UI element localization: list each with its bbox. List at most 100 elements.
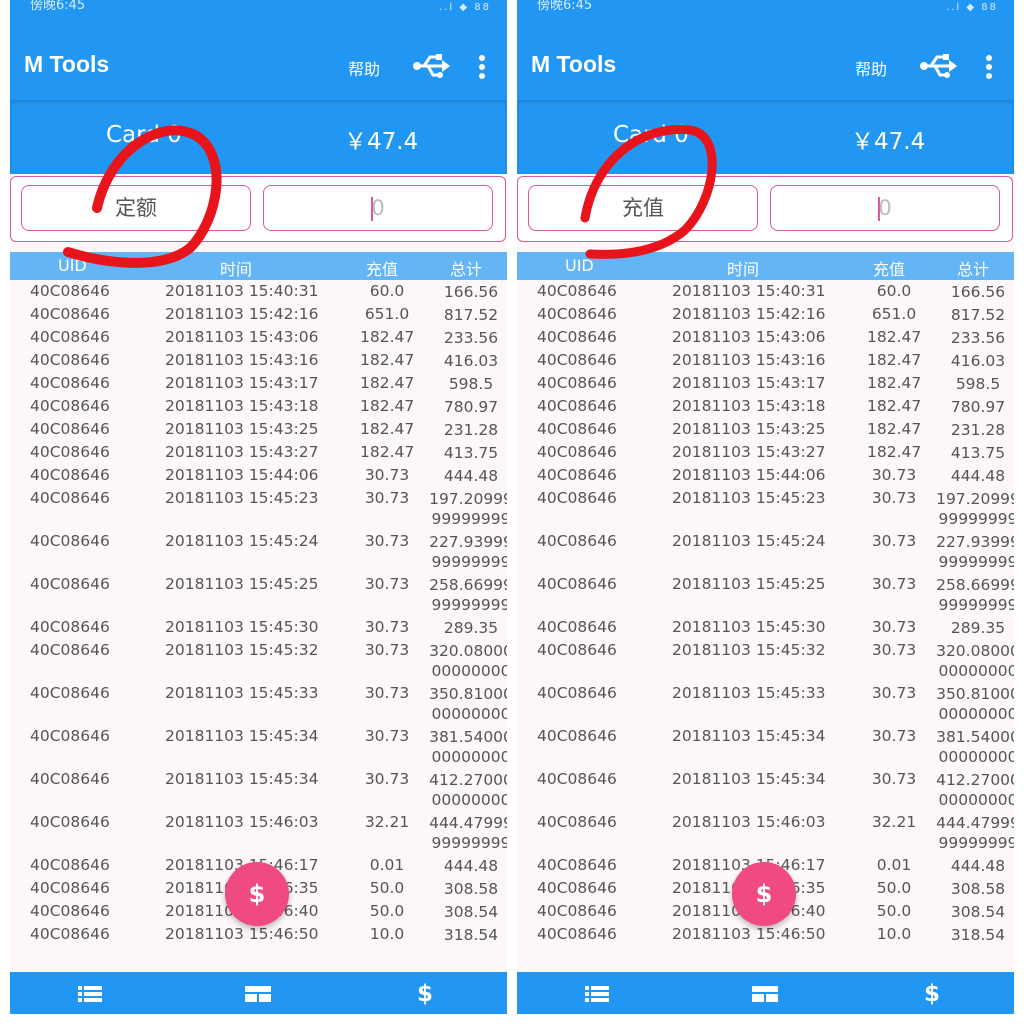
card-summary: Card 0 ￥47.4 <box>10 100 507 174</box>
table-row[interactable]: 40C08646 20181103 15:45:34 30.73 412.270000… <box>10 770 507 813</box>
cell-total: 318.54 <box>443 926 499 944</box>
cell-total: 308.54 <box>443 903 499 921</box>
record-list[interactable]: 40C08646 20181103 15:40:31 60.0 166.56 40C08… <box>10 282 507 948</box>
card-label: Card 0 <box>106 122 182 148</box>
table-row[interactable]: 40C08646 20181103 15:44:06 30.73 444.48 <box>10 466 507 489</box>
column-header-total: 总计 <box>957 260 990 279</box>
table-row[interactable]: 40C08646 20181103 15:45:34 30.73 412.270000… <box>517 770 1014 813</box>
cell-uid: 40C08646 <box>537 879 617 897</box>
mode-button[interactable]: 定额 <box>21 185 251 231</box>
dashboard-icon[interactable] <box>750 982 780 1006</box>
cell-amount: 30.73 <box>871 489 917 507</box>
table-row[interactable]: 40C08646 20181103 15:46:03 32.21 444.479999… <box>10 813 507 856</box>
cell-total: 197.20999999999998 <box>429 490 507 528</box>
table-row[interactable]: 40C08646 20181103 15:44:06 30.73 444.48 <box>517 466 1014 489</box>
table-row[interactable]: 40C08646 20181103 15:43:16 182.47 416.03 <box>10 351 507 374</box>
cell-amount: 30.73 <box>871 575 917 593</box>
pay-fab-button[interactable]: $ <box>732 862 796 926</box>
cell-total: 444.47999999999996 <box>936 814 1014 852</box>
table-row[interactable]: 40C08646 20181103 15:45:25 30.73 258.669999… <box>517 575 1014 618</box>
cell-amount: 60.0 <box>876 282 912 300</box>
cell-total: 308.54 <box>950 903 1006 921</box>
table-row[interactable]: 40C08646 20181103 15:43:17 182.47 598.5 <box>517 374 1014 397</box>
table-row[interactable]: 40C08646 20181103 15:45:32 30.73 320.080000… <box>517 641 1014 684</box>
pay-fab-button[interactable]: $ <box>225 862 289 926</box>
mode-button[interactable]: 充值 <box>528 185 758 231</box>
cell-uid: 40C08646 <box>30 727 110 745</box>
more-options-icon[interactable] <box>985 54 993 82</box>
table-row[interactable]: 40C08646 20181103 15:40:31 60.0 166.56 <box>517 282 1014 305</box>
cell-total: 350.81000000000006 <box>936 685 1014 723</box>
amount-input[interactable]: 0 <box>263 185 493 231</box>
cell-amount: 182.47 <box>867 397 922 415</box>
card-label: Card 0 <box>613 122 689 148</box>
cell-amount: 30.73 <box>364 489 410 507</box>
table-row[interactable]: 40C08646 20181103 15:45:33 30.73 350.810000… <box>517 684 1014 727</box>
table-row[interactable]: 40C08646 20181103 15:45:25 30.73 258.669999… <box>10 575 507 618</box>
cell-time: 20181103 15:45:23 <box>672 489 826 507</box>
table-row[interactable]: 40C08646 20181103 15:46:03 32.21 444.479999… <box>517 813 1014 856</box>
pay-nav-icon[interactable]: $ <box>917 982 947 1006</box>
cell-total: 231.28 <box>443 421 499 439</box>
cell-amount: 182.47 <box>360 420 415 438</box>
table-row[interactable]: 40C08646 20181103 15:43:27 182.47 413.75 <box>517 443 1014 466</box>
cell-amount: 30.73 <box>871 684 917 702</box>
table-row[interactable]: 40C08646 20181103 15:45:24 30.73 227.939999… <box>10 532 507 575</box>
record-list[interactable]: 40C08646 20181103 15:40:31 60.0 166.56 40C08… <box>517 282 1014 948</box>
cell-total: 598.5 <box>448 375 494 393</box>
more-options-icon[interactable] <box>478 54 486 82</box>
table-row[interactable]: 40C08646 20181103 15:45:34 30.73 381.540000… <box>517 727 1014 770</box>
table-row[interactable]: 40C08646 20181103 15:45:30 30.73 289.35 <box>517 618 1014 641</box>
dashboard-icon[interactable] <box>243 982 273 1006</box>
table-row[interactable]: 40C08646 20181103 15:45:33 30.73 350.810000… <box>10 684 507 727</box>
table-row[interactable]: 40C08646 20181103 15:43:25 182.47 231.28 <box>517 420 1014 443</box>
list-icon[interactable] <box>75 982 105 1006</box>
cell-amount: 30.73 <box>364 684 410 702</box>
cell-uid: 40C08646 <box>30 351 110 369</box>
cell-amount: 50.0 <box>876 879 912 897</box>
cell-total: 381.54000000000001 <box>429 728 507 766</box>
cell-uid: 40C08646 <box>30 856 110 874</box>
cell-total: 350.81000000000006 <box>429 685 507 723</box>
table-row[interactable]: 40C08646 20181103 15:42:16 651.0 817.52 <box>10 305 507 328</box>
cell-total: 258.66999999999996 <box>429 576 507 614</box>
table-row[interactable]: 40C08646 20181103 15:40:31 60.0 166.56 <box>10 282 507 305</box>
cell-uid: 40C08646 <box>537 856 617 874</box>
cell-amount: 30.73 <box>364 641 410 659</box>
table-row[interactable]: 40C08646 20181103 15:43:18 182.47 780.97 <box>10 397 507 420</box>
usb-icon[interactable] <box>412 52 450 80</box>
table-row[interactable]: 40C08646 20181103 15:43:18 182.47 780.97 <box>517 397 1014 420</box>
cell-total: 817.52 <box>443 306 499 324</box>
table-row[interactable]: 40C08646 20181103 15:43:06 182.47 233.56 <box>10 328 507 351</box>
cell-amount: 30.73 <box>364 770 410 788</box>
cell-amount: 50.0 <box>876 902 912 920</box>
pay-nav-icon[interactable]: $ <box>410 982 440 1006</box>
cell-total: 416.03 <box>950 352 1006 370</box>
table-row[interactable]: 40C08646 20181103 15:45:30 30.73 289.35 <box>10 618 507 641</box>
list-icon[interactable] <box>582 982 612 1006</box>
cell-uid: 40C08646 <box>537 282 617 300</box>
cell-amount: 182.47 <box>360 374 415 392</box>
table-row[interactable]: 40C08646 20181103 15:42:16 651.0 817.52 <box>517 305 1014 328</box>
usb-icon[interactable] <box>919 52 957 80</box>
table-row[interactable]: 40C08646 20181103 15:45:32 30.73 320.080000… <box>10 641 507 684</box>
table-row[interactable]: 40C08646 20181103 15:43:06 182.47 233.56 <box>517 328 1014 351</box>
table-row[interactable]: 40C08646 20181103 15:45:23 30.73 197.209999… <box>517 489 1014 532</box>
help-button[interactable]: 帮助 <box>855 56 887 80</box>
cell-time: 20181103 15:45:25 <box>672 575 826 593</box>
table-row[interactable]: 40C08646 20181103 15:46:50 10.0 318.54 <box>10 925 507 948</box>
table-row[interactable]: 40C08646 20181103 15:46:50 10.0 318.54 <box>517 925 1014 948</box>
cell-time: 20181103 15:45:33 <box>165 684 319 702</box>
cell-time: 20181103 15:45:30 <box>672 618 826 636</box>
amount-input[interactable]: 0 <box>770 185 1000 231</box>
cell-time: 20181103 15:40:31 <box>672 282 826 300</box>
table-row[interactable]: 40C08646 20181103 15:45:24 30.73 227.939999… <box>517 532 1014 575</box>
table-row[interactable]: 40C08646 20181103 15:45:34 30.73 381.540000… <box>10 727 507 770</box>
table-row[interactable]: 40C08646 20181103 15:43:16 182.47 416.03 <box>517 351 1014 374</box>
table-row[interactable]: 40C08646 20181103 15:45:23 30.73 197.209999… <box>10 489 507 532</box>
table-row[interactable]: 40C08646 20181103 15:43:17 182.47 598.5 <box>10 374 507 397</box>
table-row[interactable]: 40C08646 20181103 15:43:25 182.47 231.28 <box>10 420 507 443</box>
help-button[interactable]: 帮助 <box>348 56 380 80</box>
table-row[interactable]: 40C08646 20181103 15:43:27 182.47 413.75 <box>10 443 507 466</box>
cell-uid: 40C08646 <box>30 618 110 636</box>
